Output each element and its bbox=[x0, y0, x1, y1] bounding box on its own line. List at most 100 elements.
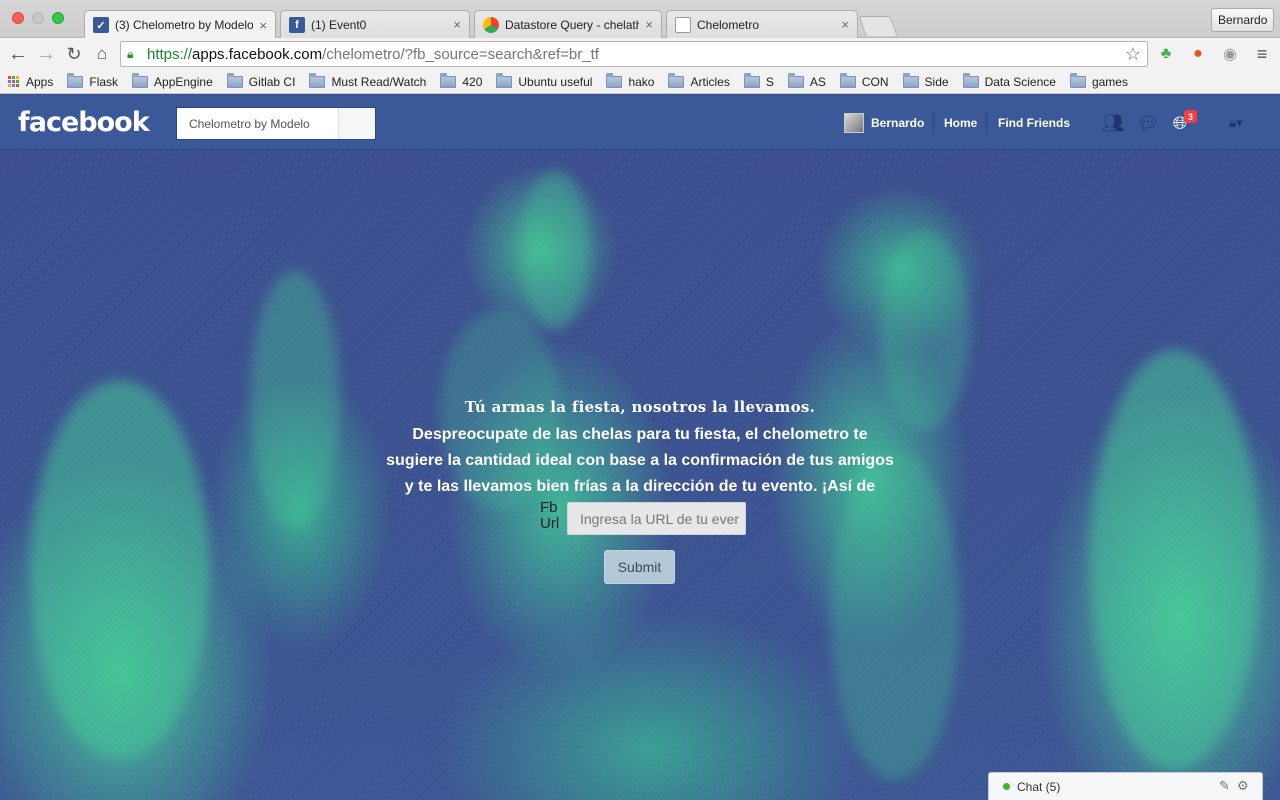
bookmark-folder[interactable]: Side bbox=[902, 72, 949, 89]
bookmark-folder[interactable]: Data Science bbox=[962, 72, 1056, 89]
fb-url-label: Fb Url bbox=[540, 499, 560, 532]
browser-chrome: ✓ (3) Chelometro by Modelo × f (1) Event… bbox=[0, 0, 1280, 94]
bookmark-label: 420 bbox=[462, 74, 483, 89]
hero-title: Tú armas la fiesta, nosotros la llevamos… bbox=[464, 398, 816, 416]
bookmark-folder[interactable]: AppEngine bbox=[132, 72, 213, 89]
bookmark-apps[interactable]: Apps bbox=[8, 75, 53, 89]
folder-icon bbox=[226, 72, 243, 88]
find-friends-link[interactable]: Find Friends bbox=[998, 95, 1070, 150]
bookmark-label: Data Science bbox=[984, 74, 1056, 89]
bookmark-label: Ubuntu useful bbox=[518, 74, 593, 89]
bookmark-label: S bbox=[765, 74, 774, 89]
folder-icon bbox=[496, 72, 513, 88]
folder-icon bbox=[1069, 72, 1086, 88]
facebook-logo[interactable]: facebook bbox=[18, 107, 150, 138]
bookmark-star-icon[interactable]: ☆ bbox=[1125, 44, 1141, 65]
reload-icon[interactable]: ↻ bbox=[62, 42, 86, 66]
url-host: apps.facebook.com bbox=[192, 45, 323, 63]
window-maximize-button[interactable] bbox=[52, 12, 64, 24]
bookmark-folder[interactable]: S bbox=[743, 72, 774, 89]
tab-chelometro-by-modelo[interactable]: ✓ (3) Chelometro by Modelo × bbox=[84, 10, 276, 39]
bookmark-label: hako bbox=[628, 74, 655, 89]
bookmark-folder[interactable]: hako bbox=[606, 72, 655, 89]
online-status-dot bbox=[1003, 783, 1010, 790]
profile-button[interactable]: Bernardo bbox=[1211, 8, 1275, 32]
page-favicon-icon bbox=[675, 16, 691, 33]
privacy-settings-icon[interactable]: 🔒︎▾ bbox=[1218, 112, 1254, 134]
apps-grid-icon bbox=[8, 75, 20, 88]
bookmark-label: Apps bbox=[26, 74, 54, 89]
forward-arrow-icon[interactable]: → bbox=[34, 42, 58, 66]
url-path: /chelometro/?fb_source=search&ref=br_tf bbox=[322, 45, 599, 63]
folder-icon bbox=[902, 72, 919, 88]
chat-sidebar-tab[interactable]: Chat (5) ✎ ⚙ bbox=[988, 772, 1263, 800]
lock-icon: 🔒︎ bbox=[127, 47, 134, 61]
bookmark-label: Must Read/Watch bbox=[331, 74, 427, 89]
messages-icon[interactable]: 💬︎ bbox=[1136, 112, 1160, 134]
back-arrow-icon[interactable]: ← bbox=[6, 42, 30, 66]
submit-button[interactable]: Submit bbox=[604, 550, 675, 584]
new-tab-button[interactable] bbox=[858, 16, 898, 36]
folder-icon bbox=[668, 72, 685, 88]
bookmark-label: Articles bbox=[690, 74, 730, 89]
facebook-top-bar: facebook Chelometro by Modelo Bernardo H… bbox=[0, 95, 1280, 150]
bookmark-folder[interactable]: Articles bbox=[668, 72, 730, 89]
bookmark-label: games bbox=[1091, 74, 1128, 89]
tab-title: Chelometro bbox=[697, 17, 760, 32]
close-tab-icon[interactable]: × bbox=[841, 17, 849, 32]
tab-chelometro[interactable]: Chelometro × bbox=[666, 10, 858, 38]
url-scheme: https:// bbox=[147, 45, 193, 63]
browser-toolbar: ← → ↻ ⌂ 🔒︎ https://apps.facebook.com/che… bbox=[0, 38, 1280, 70]
nav-divider bbox=[986, 111, 987, 135]
address-bar[interactable]: 🔒︎ https://apps.facebook.com/chelometro/… bbox=[120, 41, 1148, 67]
gear-icon[interactable]: ⚙ bbox=[1237, 778, 1249, 794]
new-message-icon[interactable]: ✎ bbox=[1219, 778, 1230, 794]
folder-icon bbox=[440, 72, 457, 88]
friend-requests-icon[interactable]: 👥︎ bbox=[1101, 112, 1125, 134]
bookmark-folder[interactable]: CON bbox=[839, 72, 889, 89]
event-url-input[interactable] bbox=[567, 502, 746, 535]
profile-link[interactable]: Bernardo bbox=[844, 95, 924, 150]
tab-title: Datastore Query - chelatho bbox=[505, 17, 640, 32]
folder-icon bbox=[309, 72, 326, 88]
window-minimize-button[interactable] bbox=[32, 12, 44, 24]
extension-alien-icon[interactable]: ◉ bbox=[1220, 44, 1240, 64]
hero-figure-shape bbox=[30, 380, 210, 760]
tab-datastore-query[interactable]: Datastore Query - chelatho × bbox=[474, 10, 662, 38]
bookmark-folder[interactable]: Must Read/Watch bbox=[309, 72, 427, 89]
close-tab-icon[interactable]: × bbox=[259, 18, 267, 33]
close-tab-icon[interactable]: × bbox=[453, 17, 461, 32]
bookmark-folder[interactable]: 420 bbox=[440, 72, 483, 89]
menu-hamburger-icon[interactable]: ≡ bbox=[1252, 44, 1272, 64]
nav-divider bbox=[933, 111, 934, 135]
bookmark-folder[interactable]: Ubuntu useful bbox=[496, 72, 593, 89]
home-icon[interactable]: ⌂ bbox=[90, 42, 114, 66]
bookmark-folder[interactable]: Gitlab CI bbox=[226, 72, 295, 89]
chat-label: Chat (5) bbox=[1017, 779, 1061, 794]
tab-strip: ✓ (3) Chelometro by Modelo × f (1) Event… bbox=[0, 0, 1280, 39]
tab-title: (1) Event0 bbox=[311, 17, 367, 32]
avatar bbox=[844, 112, 864, 133]
facebook-favicon-icon: f bbox=[289, 16, 305, 33]
bookmark-label: Side bbox=[924, 74, 949, 89]
bookmark-label: Flask bbox=[89, 74, 119, 89]
folder-icon bbox=[132, 72, 149, 88]
bookmark-folder[interactable]: Flask bbox=[67, 72, 119, 89]
notification-badge: 3 bbox=[1184, 110, 1197, 123]
tab-event0[interactable]: f (1) Event0 × bbox=[280, 10, 470, 38]
bookmark-folder[interactable]: games bbox=[1069, 72, 1128, 89]
bookmark-label: AppEngine bbox=[154, 74, 213, 89]
folder-icon bbox=[67, 72, 84, 88]
hero-background: Tú armas la fiesta, nosotros la llevamos… bbox=[0, 150, 1280, 800]
folder-icon bbox=[962, 72, 979, 88]
window-close-button[interactable] bbox=[12, 12, 24, 24]
hero-figure-shape bbox=[520, 170, 590, 330]
bookmark-folder[interactable]: AS bbox=[787, 72, 826, 89]
close-tab-icon[interactable]: × bbox=[645, 17, 653, 32]
folder-icon bbox=[839, 72, 856, 88]
extension-turtle-icon[interactable]: ♣ bbox=[1156, 44, 1176, 64]
search-button[interactable] bbox=[338, 108, 375, 139]
home-link[interactable]: Home bbox=[944, 95, 977, 150]
extension-flame-icon[interactable]: ● bbox=[1188, 44, 1208, 64]
folder-icon bbox=[787, 72, 804, 88]
